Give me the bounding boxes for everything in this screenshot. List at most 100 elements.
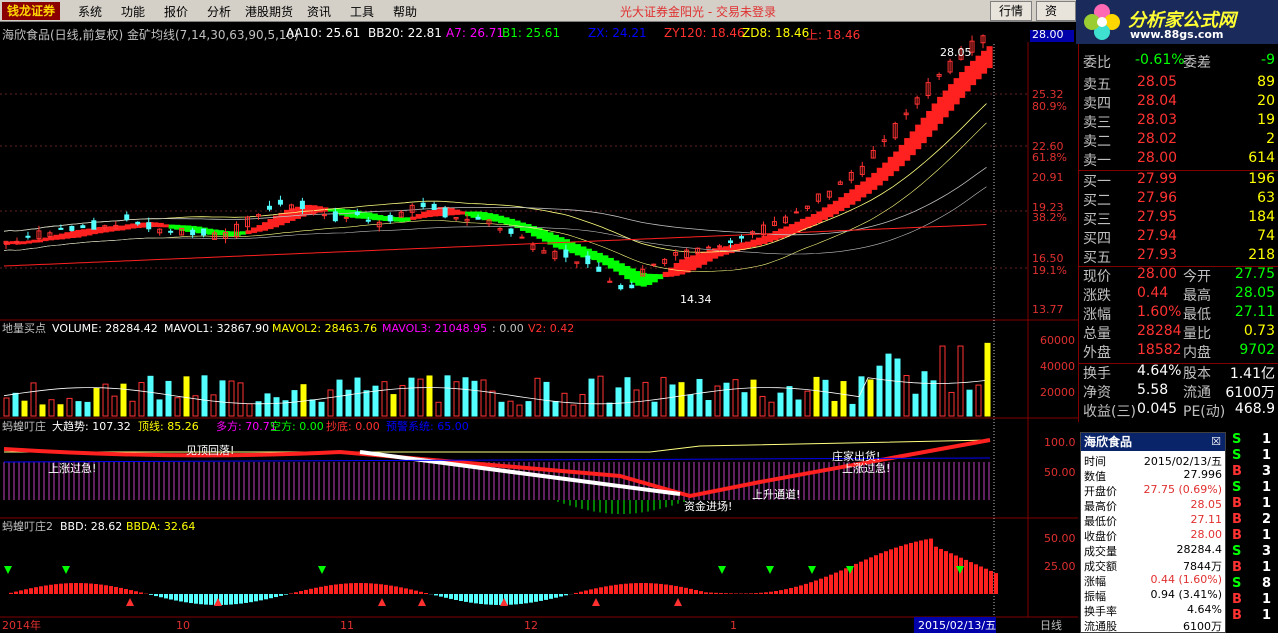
buy-row: 买四 27.94 74	[1079, 228, 1278, 247]
ma-ribbon-segment	[470, 211, 477, 218]
bbd-bar	[434, 594, 438, 596]
x-label-1: 1	[730, 619, 737, 632]
ma-ribbon-segment	[915, 124, 922, 150]
bbd-bar	[334, 584, 338, 594]
bbd-bar	[649, 583, 653, 594]
ma-ribbon-segment	[157, 222, 164, 228]
bbd-bar	[804, 583, 808, 594]
bbd-bar	[199, 594, 203, 605]
current-date: 2015/02/13/五	[918, 619, 996, 632]
bbd-bar	[729, 593, 733, 594]
stat2-row-cell-0: 换手	[1083, 366, 1111, 382]
volume-bar	[759, 395, 766, 417]
tick-side: S	[1232, 432, 1242, 447]
volume-bar	[498, 401, 505, 417]
volume-bar	[219, 380, 226, 417]
volume-bar	[237, 382, 244, 417]
candle-body	[354, 211, 360, 215]
ma-ribbon-segment	[986, 46, 993, 69]
bbd-bar	[914, 541, 918, 594]
candle-body	[585, 255, 591, 265]
ma-ribbon-segment	[245, 230, 252, 235]
bbd-bar	[539, 594, 543, 601]
ma-ribbon-segment	[591, 250, 598, 261]
bbd-legend-0: BBD: 28.62	[60, 520, 122, 533]
ma-ribbon-segment	[942, 90, 949, 118]
bbd-axis-label: 25.00	[1044, 560, 1076, 573]
ma-ribbon-segment	[761, 235, 768, 244]
sell-row-cell-3: 20	[1257, 93, 1275, 109]
flower-logo-icon	[1084, 4, 1120, 40]
bbd-bar	[609, 585, 613, 594]
bbd-bar	[424, 592, 428, 594]
bbd-bar	[119, 587, 123, 594]
bbd-bar	[54, 584, 58, 594]
ma-ribbon-segment	[426, 210, 433, 218]
tick-side: S	[1232, 480, 1242, 495]
data-window-row: 数值 27.996	[1081, 468, 1225, 483]
volume-bar	[273, 397, 280, 417]
ma-ribbon-segment	[124, 224, 131, 230]
stat-row-cell-3: 28.05	[1234, 285, 1275, 301]
volume-bar	[210, 394, 217, 417]
bbd-bar	[414, 590, 418, 594]
buy-row-cell-1: 27.93	[1137, 247, 1178, 263]
bbd-bar	[369, 583, 373, 594]
sell-row-cell-3: 19	[1257, 112, 1275, 128]
candle-body	[475, 216, 481, 220]
close-icon[interactable]: ☒	[1211, 435, 1221, 448]
volume-bar	[570, 404, 577, 417]
x-label-11: 11	[340, 619, 354, 632]
ma-ribbon-segment	[970, 60, 977, 86]
ma-ribbon-segment	[684, 257, 691, 273]
ma-ribbon-segment	[640, 272, 647, 287]
ma-ribbon-segment	[525, 224, 532, 233]
mahuang-legend-4: 抄底: 0.00	[326, 419, 380, 433]
stat-row-cell-0: 总量	[1083, 326, 1111, 342]
bbd-bar	[979, 566, 983, 594]
price-axis-label: 28.00	[1032, 28, 1064, 41]
tick-volume: 3	[1262, 464, 1272, 479]
ma-ribbon-segment	[399, 217, 406, 223]
ma-ribbon-segment	[251, 227, 258, 233]
stat-row: 涨幅 1.60% 最低 27.11	[1079, 304, 1278, 323]
buy-row-cell-1: 27.96	[1137, 190, 1178, 206]
data-window-key: 数值	[1084, 470, 1106, 483]
ma-ribbon-segment	[20, 241, 27, 245]
volume-bar	[786, 386, 793, 417]
bbd-bar	[679, 586, 683, 594]
ma-ribbon-segment	[448, 208, 455, 216]
volume-bar	[651, 401, 658, 417]
brand-url: www.88gs.com	[1130, 28, 1224, 41]
bbd-bar	[484, 594, 488, 605]
ma-ribbon-segment	[887, 156, 894, 177]
data-window-row: 换手率 4.64%	[1081, 603, 1225, 618]
bbd-bar	[294, 592, 298, 594]
candle-body	[739, 236, 745, 239]
bbd-bar	[284, 594, 288, 595]
data-window-key: 开盘价	[1084, 485, 1117, 498]
bbd-bar	[829, 574, 833, 594]
stat-row-cell-0: 涨跌	[1083, 288, 1111, 304]
bbd-sell-arrow-icon	[62, 566, 70, 574]
ma-ribbon-segment	[679, 259, 686, 275]
stat-row: 总量 28284 量比 0.73	[1079, 323, 1278, 342]
bbd-bar	[529, 594, 533, 603]
volume-bar	[777, 392, 784, 417]
volume-bar	[390, 394, 397, 417]
volume-bar	[345, 389, 352, 417]
ma-ribbon-segment	[278, 212, 285, 226]
bbd-bar	[869, 557, 873, 594]
stat-row-cell-2: 今开	[1183, 269, 1211, 285]
bbd-bar	[639, 583, 643, 594]
volume-bar	[561, 392, 568, 417]
volume-bar	[300, 384, 307, 417]
candle-body	[332, 211, 338, 222]
bbd-bar	[744, 593, 748, 594]
ma-ribbon-segment	[481, 212, 488, 221]
data-window-value: 7844万	[1183, 560, 1222, 573]
bbd-bar	[629, 583, 633, 594]
bbd-buy-arrow-icon	[592, 598, 600, 606]
bbd-bar	[719, 593, 723, 594]
quote-panel: 委比 -0.61% 委差 -9 卖五 28.05 89 卖四 28.04 20 卖三 28.0…	[1078, 44, 1278, 422]
